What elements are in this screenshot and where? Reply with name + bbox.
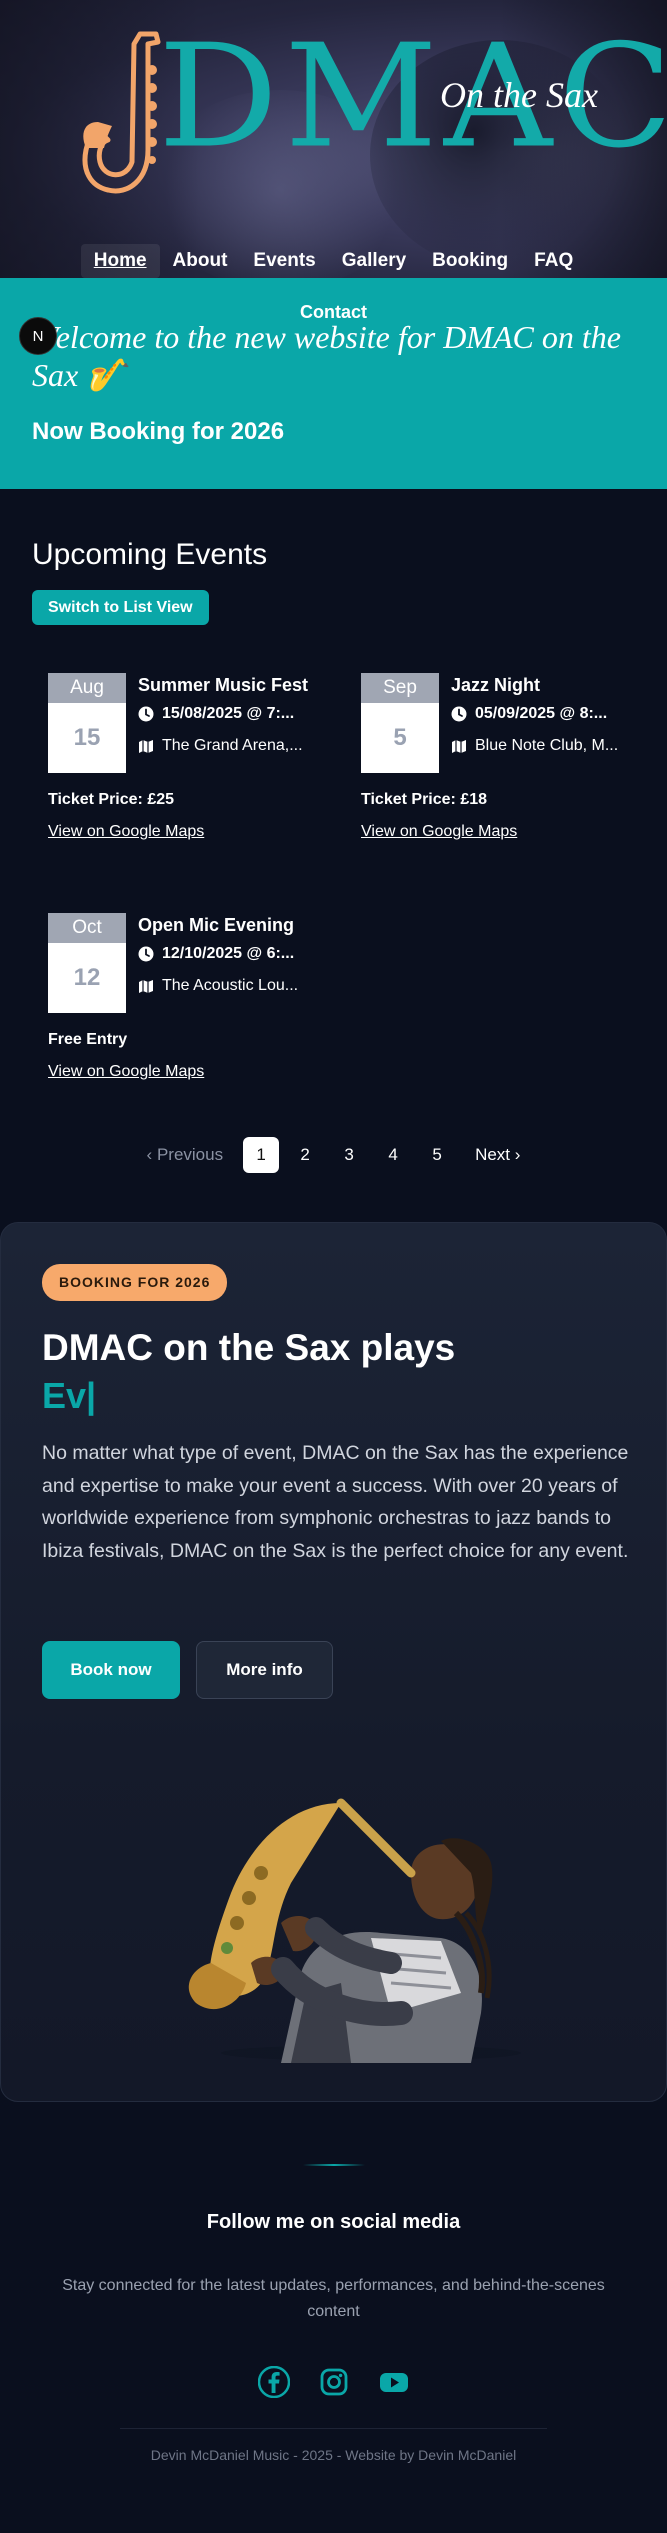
google-maps-link[interactable]: View on Google Maps [48,823,204,841]
nav-home[interactable]: Home [80,244,160,278]
pagination-page[interactable]: 4 [375,1137,411,1173]
facebook-icon[interactable] [257,2365,290,2399]
dev-tools-badge[interactable]: N [19,317,57,355]
welcome-heading: Welcome to the new website for DMAC on t… [32,319,621,393]
typed-text: Ev| [42,1375,97,1416]
event-date-badge: Aug 15 [48,673,126,773]
google-maps-link[interactable]: View on Google Maps [48,1063,204,1081]
copyright-text: Devin McDaniel Music - 2025 - Website by… [150,2447,517,2463]
instagram-icon[interactable] [318,2366,350,2398]
event-price: Ticket Price: £18 [361,791,488,808]
nav-booking[interactable]: Booking [419,244,521,278]
clock-icon [138,946,154,962]
main-nav: Home About Events Gallery Booking FAQ [0,244,667,278]
clock-icon [138,706,154,722]
pagination-next[interactable]: Next › [475,1137,520,1173]
footer-separator [120,2428,547,2429]
pagination-page[interactable]: 1 [243,1137,280,1173]
event-month: Aug [48,673,126,703]
event-month: Oct [48,913,126,943]
event-day: 12 [48,943,126,1013]
google-maps-link[interactable]: View on Google Maps [361,823,517,841]
pagination-previous[interactable]: ‹ Previous [147,1137,224,1173]
event-date-badge: Sep 5 [361,673,439,773]
follow-description: Stay connected for the latest updates, p… [62,2277,605,2320]
logo-subtitle: On the Sax [440,75,598,115]
now-booking-text: Now Booking for 2026 [32,418,285,445]
event-datetime: 15/08/2025 @ 7:... [138,705,313,723]
event-day: 5 [361,703,439,773]
nav-events[interactable]: Events [240,244,328,278]
event-datetime: 12/10/2025 @ 6:... [138,945,313,963]
event-price: Free Entry [48,1031,128,1048]
events-section-title: Upcoming Events [32,538,268,571]
map-icon [452,740,466,753]
hero-header: DMAC On the Sax Home About Events Galler… [0,0,667,278]
event-venue: The Acoustic Lou... [138,977,313,995]
pagination-page[interactable]: 2 [287,1137,323,1173]
pagination-page[interactable]: 5 [419,1137,455,1173]
book-now-button[interactable]: Book now [42,1641,180,1699]
saxophone-player-image [188,1798,521,2063]
promo-description: No matter what type of event, DMAC on th… [42,1442,629,1562]
map-icon [139,740,153,753]
event-title: Jazz Night [451,675,541,695]
event-venue: Blue Note Club, M... [451,737,626,755]
pagination-page[interactable]: 3 [331,1137,367,1173]
event-venue: The Grand Arena,... [138,737,313,755]
nav-faq[interactable]: FAQ [521,244,586,278]
social-links [0,2365,667,2399]
chevron-right-icon: › [510,1145,521,1164]
booking-promo-card: BOOKING FOR 2026 DMAC on the Sax plays E… [0,1222,667,2102]
footer-divider [303,2164,365,2166]
nav-about[interactable]: About [160,244,241,278]
event-title: Open Mic Evening [138,915,295,935]
events-pagination: ‹ Previous 1 2 3 4 5 Next › [0,1137,667,1173]
site-logo[interactable]: DMAC On the Sax [78,22,667,202]
event-price: Ticket Price: £25 [48,791,175,808]
booking-pill-badge: BOOKING FOR 2026 [42,1264,228,1301]
youtube-icon[interactable] [378,2366,410,2398]
chevron-left-icon: ‹ [146,1145,157,1164]
event-month: Sep [361,673,439,703]
event-datetime: 05/09/2025 @ 8:... [451,705,626,723]
follow-heading: Follow me on social media [206,2211,461,2233]
event-day: 15 [48,703,126,773]
nav-gallery[interactable]: Gallery [329,244,419,278]
switch-list-view-button[interactable]: Switch to List View [32,590,209,625]
event-title: Summer Music Fest [138,675,309,695]
nav-contact[interactable]: Contact [0,302,667,323]
clock-icon [451,706,467,722]
promo-heading: DMAC on the Sax plays [42,1327,456,1368]
map-icon [139,980,153,993]
event-date-badge: Oct 12 [48,913,126,1013]
more-info-button[interactable]: More info [196,1641,333,1699]
